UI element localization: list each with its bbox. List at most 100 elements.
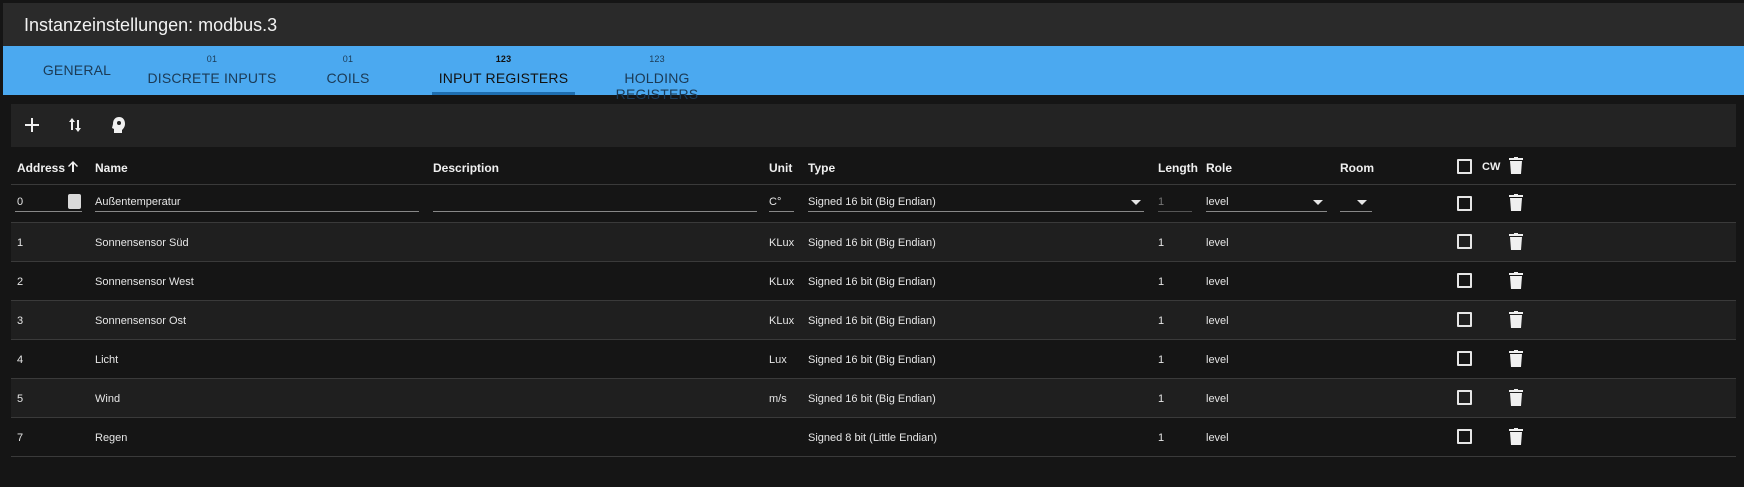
window-title: Instanzeinstellungen: modbus.3 xyxy=(24,15,278,35)
input-underline xyxy=(1206,211,1327,212)
cell-name: Licht xyxy=(95,354,119,366)
delete-icon[interactable] xyxy=(1509,389,1523,406)
cw-checkbox[interactable] xyxy=(1457,312,1472,327)
input-underline xyxy=(769,211,794,212)
tab-general[interactable]: GENERAL xyxy=(25,46,129,95)
input-underline xyxy=(433,211,757,212)
cell-role: level xyxy=(1206,315,1229,327)
table-row[interactable]: 5 Wind m/s Signed 16 bit (Big Endian) 1 … xyxy=(11,379,1736,418)
select-all-checkbox[interactable] xyxy=(1457,159,1472,174)
tab-input-registers[interactable]: 123 INPUT REGISTERS xyxy=(432,46,575,95)
delete-icon[interactable] xyxy=(1509,272,1523,289)
tab-label: HOLDING REGISTERS xyxy=(615,70,699,102)
type-select[interactable]: Signed 16 bit (Big Endian) xyxy=(808,196,936,208)
cell-length: 1 xyxy=(1158,432,1165,444)
length-input: 1 xyxy=(1158,196,1165,208)
cell-name: Wind xyxy=(95,393,121,405)
cell-address: 1 xyxy=(17,237,24,249)
cell-length: 1 xyxy=(1158,276,1165,288)
sort-ascending-icon xyxy=(68,161,78,172)
registers-table: Address Name Description Unit Type Lengt… xyxy=(11,147,1736,457)
tab-coils[interactable]: 01 COILS xyxy=(313,46,383,95)
cell-type: Signed 8 bit (Little Endian) xyxy=(808,432,938,444)
delete-icon[interactable] xyxy=(1509,350,1523,367)
cell-type: Signed 16 bit (Big Endian) xyxy=(808,354,936,366)
input-underline xyxy=(95,211,419,212)
cell-role: level xyxy=(1206,276,1229,288)
cell-length: 1 xyxy=(1158,393,1165,405)
cell-name: Regen xyxy=(95,432,128,444)
table-row[interactable]: 2 Sonnensensor West KLux Signed 16 bit (… xyxy=(11,262,1736,301)
tab-badge: 01 xyxy=(206,54,218,64)
col-length[interactable]: Length xyxy=(1158,161,1198,175)
unit-input[interactable]: C° xyxy=(769,196,781,208)
cell-unit: Lux xyxy=(769,354,787,366)
table-row-editing: 0 Außentemperatur C° Signed 16 bit (Big … xyxy=(11,185,1736,223)
cell-type: Signed 16 bit (Big Endian) xyxy=(808,315,936,327)
tab-discrete-inputs[interactable]: 01 DISCRETE INPUTS xyxy=(143,46,281,95)
tab-label: GENERAL xyxy=(42,62,112,78)
tab-holding-registers[interactable]: 123 HOLDING REGISTERS xyxy=(583,46,731,102)
cw-checkbox[interactable] xyxy=(1457,429,1472,444)
cell-address: 4 xyxy=(17,354,24,366)
sort-button[interactable] xyxy=(62,112,88,138)
col-room[interactable]: Room xyxy=(1340,161,1374,175)
cw-checkbox[interactable] xyxy=(1457,234,1472,249)
tab-badge: 123 xyxy=(495,54,512,64)
col-address[interactable]: Address xyxy=(17,161,78,175)
cell-unit: m/s xyxy=(769,393,787,405)
add-icon xyxy=(25,118,39,132)
col-description[interactable]: Description xyxy=(433,161,499,175)
delete-icon[interactable] xyxy=(1509,311,1523,328)
tab-label: DISCRETE INPUTS xyxy=(147,70,277,86)
col-type[interactable]: Type xyxy=(808,161,835,175)
chevron-down-icon[interactable] xyxy=(1313,200,1323,205)
cw-checkbox[interactable] xyxy=(1457,390,1472,405)
import-icon xyxy=(112,117,125,133)
cell-role: level xyxy=(1206,393,1229,405)
col-unit[interactable]: Unit xyxy=(769,161,792,175)
cell-unit: KLux xyxy=(769,237,795,249)
cw-checkbox[interactable] xyxy=(1457,196,1472,211)
col-role[interactable]: Role xyxy=(1206,161,1232,175)
add-button[interactable] xyxy=(19,112,45,138)
cell-type: Signed 16 bit (Big Endian) xyxy=(808,276,936,288)
table-row[interactable]: 7 Regen Signed 8 bit (Little Endian) 1 l… xyxy=(11,418,1736,457)
tab-badge: 01 xyxy=(342,54,354,64)
delete-icon[interactable] xyxy=(1509,428,1523,445)
delete-all-icon[interactable] xyxy=(1509,157,1523,174)
cell-address: 3 xyxy=(17,315,24,327)
tab-label: INPUT REGISTERS xyxy=(438,70,569,86)
chevron-down-icon[interactable] xyxy=(1131,200,1141,205)
cell-address: 7 xyxy=(17,432,24,444)
cell-role: level xyxy=(1206,354,1229,366)
import-button[interactable] xyxy=(105,112,131,138)
stepper-icon[interactable] xyxy=(68,194,81,209)
delete-icon[interactable] xyxy=(1509,233,1523,250)
sort-icon xyxy=(69,118,81,132)
input-underline xyxy=(1340,211,1372,212)
tab-badge: 123 xyxy=(649,54,665,64)
cw-checkbox[interactable] xyxy=(1457,273,1472,288)
input-underline xyxy=(808,211,1144,212)
cell-name: Sonnensensor West xyxy=(95,276,194,288)
col-cw: CW xyxy=(1482,161,1501,173)
input-underline xyxy=(15,211,82,212)
delete-icon[interactable] xyxy=(1509,194,1523,211)
cell-length: 1 xyxy=(1158,315,1165,327)
table-row[interactable]: 4 Licht Lux Signed 16 bit (Big Endian) 1… xyxy=(11,340,1736,379)
table-row[interactable]: 3 Sonnensensor Ost KLux Signed 16 bit (B… xyxy=(11,301,1736,340)
cell-length: 1 xyxy=(1158,354,1165,366)
name-input[interactable]: Außentemperatur xyxy=(95,196,181,208)
table-row[interactable]: 1 Sonnensensor Süd KLux Signed 16 bit (B… xyxy=(11,223,1736,262)
col-address-label: Address xyxy=(17,161,66,175)
role-select[interactable]: level xyxy=(1206,196,1229,208)
address-input[interactable]: 0 xyxy=(17,196,23,208)
chevron-down-icon[interactable] xyxy=(1357,200,1367,205)
title-bar: Instanzeinstellungen: modbus.3 xyxy=(3,3,1744,46)
cell-type: Signed 16 bit (Big Endian) xyxy=(808,237,936,249)
cell-address: 5 xyxy=(17,393,24,405)
cell-address: 2 xyxy=(17,276,24,288)
cw-checkbox[interactable] xyxy=(1457,351,1472,366)
col-name[interactable]: Name xyxy=(95,161,128,175)
